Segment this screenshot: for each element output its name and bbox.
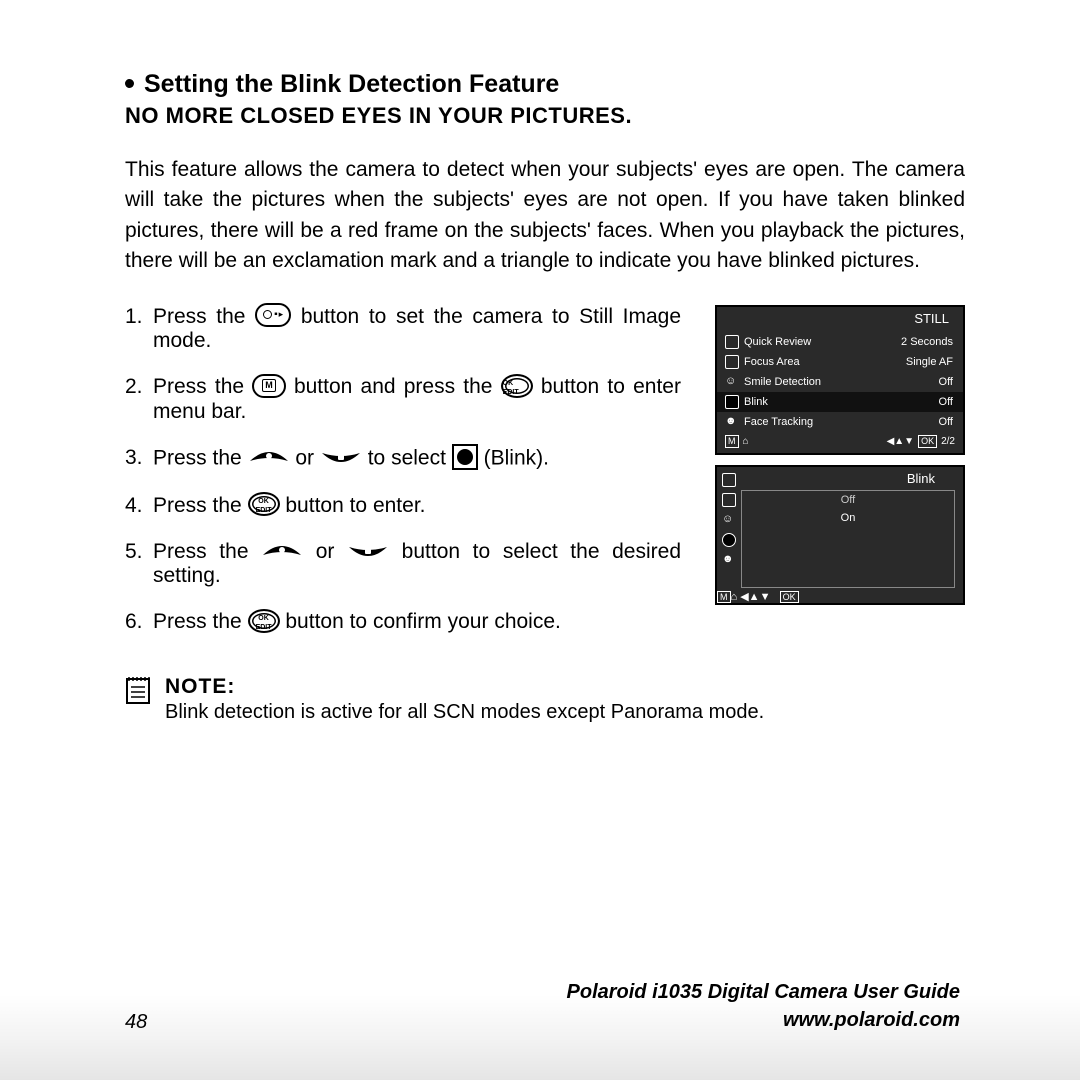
steps-list: 1. Press the ▪ button to set the camera … bbox=[125, 305, 681, 657]
step-3: 3. Press the or to select (Blink). bbox=[125, 446, 681, 472]
step-text: Press the ▪ button to set the camera to … bbox=[153, 305, 681, 353]
side-icon-blink bbox=[722, 533, 736, 547]
side-icon: ☺ bbox=[722, 513, 736, 527]
up-button-icon bbox=[248, 447, 290, 467]
step-text: Press the OKEDIT button to enter. bbox=[153, 494, 681, 518]
step-number: 6. bbox=[125, 610, 153, 634]
menu-row-face-tracking: ☻Face Tracking Off bbox=[717, 412, 963, 432]
blink-menu-icon bbox=[452, 444, 478, 470]
down-button-icon bbox=[347, 541, 389, 561]
side-icon bbox=[722, 493, 736, 507]
step-4: 4. Press the OKEDIT button to enter. bbox=[125, 494, 681, 518]
menu-row-smile-detection: ☺Smile Detection Off bbox=[717, 372, 963, 392]
step-text: Press the or to select (Blink). bbox=[153, 446, 681, 472]
step-text: Press the M button and press the OKEDIT … bbox=[153, 375, 681, 423]
step-number: 4. bbox=[125, 494, 153, 518]
screen-title: STILL bbox=[717, 307, 963, 332]
ok-edit-button-icon: OKEDIT bbox=[248, 492, 280, 516]
step-number: 2. bbox=[125, 375, 153, 423]
screen-footer: M⌂ ◀▲▼ OK bbox=[717, 590, 963, 603]
screen-footer: M ⌂ ◀▲▼ OK 2/2 bbox=[717, 432, 963, 453]
section-subheading: NO MORE CLOSED EYES IN YOUR PICTURES. bbox=[125, 103, 965, 129]
menu-row-blink: Blink Off bbox=[717, 392, 963, 412]
menu-value: Off bbox=[939, 376, 953, 388]
menu-value: 2 Seconds bbox=[901, 336, 953, 348]
note-label: NOTE: bbox=[165, 675, 764, 699]
page-number: 48 bbox=[125, 1011, 147, 1034]
home-icon: ⌂ bbox=[743, 436, 749, 447]
step-5: 5. Press the or button to select the des… bbox=[125, 540, 681, 588]
step-text: Press the or button to select the desire… bbox=[153, 540, 681, 588]
m-indicator-icon: M bbox=[725, 435, 739, 448]
step-1: 1. Press the ▪ button to set the camera … bbox=[125, 305, 681, 353]
mode-button-icon: ▪ bbox=[255, 303, 291, 327]
menu-value: Single AF bbox=[906, 356, 953, 368]
down-button-icon bbox=[320, 447, 362, 467]
camera-screen-still-menu: STILL Quick Review 2 Seconds Focus Area … bbox=[715, 305, 965, 455]
step-number: 3. bbox=[125, 446, 153, 472]
option-off: Off bbox=[742, 491, 954, 509]
intro-paragraph: This feature allows the camera to detect… bbox=[125, 155, 965, 277]
camera-screens: STILL Quick Review 2 Seconds Focus Area … bbox=[715, 305, 965, 657]
note-body: NOTE: Blink detection is active for all … bbox=[165, 675, 764, 724]
guide-title: Polaroid i1035 Digital Camera User Guide bbox=[567, 978, 960, 1006]
camera-screen-blink-submenu: ☺ ☻ Blink Off On M⌂ ◀▲▼ bbox=[715, 465, 965, 605]
submenu-title: Blink bbox=[741, 467, 963, 490]
focus-area-icon bbox=[725, 355, 739, 369]
heading-text: Setting the Blink Detection Feature bbox=[144, 70, 559, 98]
step-6: 6. Press the OKEDIT button to confirm yo… bbox=[125, 610, 681, 634]
step-2: 2. Press the M button and press the OKED… bbox=[125, 375, 681, 423]
side-icons: ☺ ☻ bbox=[717, 467, 741, 590]
side-icon bbox=[722, 473, 736, 487]
menu-row-focus-area: Focus Area Single AF bbox=[717, 352, 963, 372]
menu-value: Off bbox=[939, 396, 953, 408]
guide-url: www.polaroid.com bbox=[567, 1006, 960, 1034]
menu-button-icon: M bbox=[252, 374, 286, 398]
nav-arrows-icon: ◀▲▼ bbox=[740, 591, 770, 603]
face-tracking-icon: ☻ bbox=[725, 415, 739, 429]
ok-edit-button-icon: OKEDIT bbox=[501, 374, 533, 398]
option-on: On bbox=[742, 509, 954, 527]
blink-icon bbox=[725, 395, 739, 409]
step-text: Press the OKEDIT button to confirm your … bbox=[153, 610, 681, 634]
page-footer: 48 Polaroid i1035 Digital Camera User Gu… bbox=[0, 978, 1080, 1034]
step-number: 1. bbox=[125, 305, 153, 353]
nav-arrows-icon: ◀▲▼ bbox=[887, 436, 915, 447]
smile-detection-icon: ☺ bbox=[725, 375, 739, 389]
content-columns: 1. Press the ▪ button to set the camera … bbox=[125, 305, 965, 657]
menu-value: Off bbox=[939, 416, 953, 428]
manual-page: Setting the Blink Detection Feature NO M… bbox=[0, 0, 1080, 724]
ok-indicator: OK bbox=[918, 435, 937, 448]
guide-reference: Polaroid i1035 Digital Camera User Guide… bbox=[567, 978, 960, 1034]
note-text: Blink detection is active for all SCN mo… bbox=[165, 701, 764, 724]
quick-review-icon bbox=[725, 335, 739, 349]
home-icon: ⌂ bbox=[731, 591, 738, 603]
ok-indicator: OK bbox=[780, 591, 799, 603]
bullet-icon bbox=[125, 79, 134, 88]
up-button-icon bbox=[261, 541, 303, 561]
m-indicator-icon: M bbox=[717, 591, 731, 603]
side-icon: ☻ bbox=[722, 553, 736, 567]
section-heading: Setting the Blink Detection Feature bbox=[125, 70, 965, 99]
ok-edit-button-icon: OKEDIT bbox=[248, 609, 280, 633]
options-box: Off On bbox=[741, 490, 955, 588]
note-section: NOTE: Blink detection is active for all … bbox=[125, 675, 965, 724]
note-icon bbox=[125, 675, 151, 705]
step-number: 5. bbox=[125, 540, 153, 588]
page-indicator: 2/2 bbox=[941, 436, 955, 447]
menu-row-quick-review: Quick Review 2 Seconds bbox=[717, 332, 963, 352]
